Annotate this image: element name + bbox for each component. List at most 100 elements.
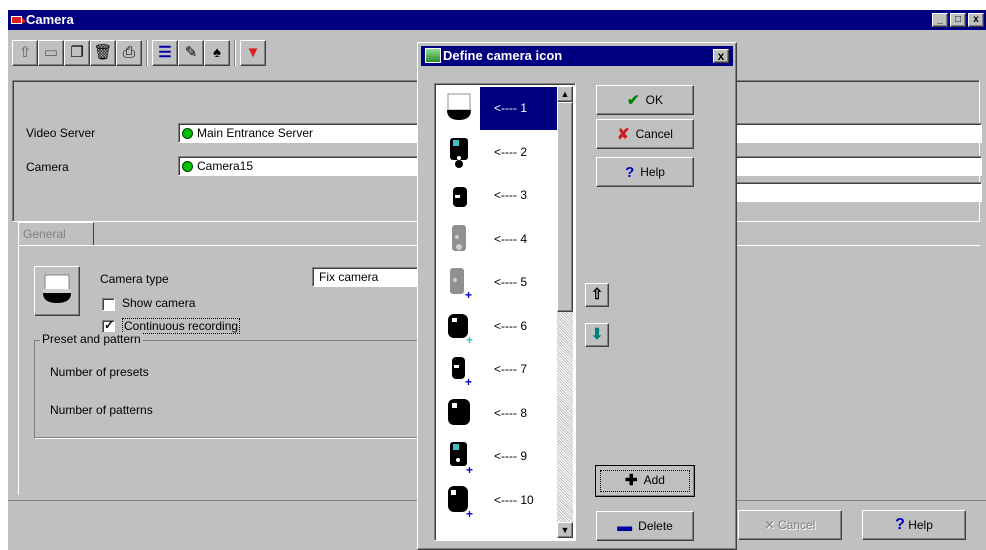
scroll-down-button[interactable]: ▼ bbox=[557, 522, 573, 538]
copy-icon[interactable]: ❐ bbox=[64, 40, 90, 66]
help-button[interactable]: ? Help bbox=[596, 157, 694, 187]
dialog-close-button[interactable]: x bbox=[713, 49, 729, 63]
move-up-button[interactable]: ⇧ bbox=[585, 283, 609, 307]
online-status-icon bbox=[182, 161, 193, 172]
main-help-label: Help bbox=[908, 518, 933, 532]
maximize-button[interactable]: □ bbox=[950, 13, 966, 27]
cancel-x-icon: ✕ bbox=[764, 518, 775, 532]
main-toolbar: ⇧ ▭ ❐ 🗑 ⎙ ☰ ✎ ♠ ▼ bbox=[10, 32, 420, 72]
dome-camera-icon bbox=[447, 93, 471, 120]
delete-button[interactable]: ▬ Delete bbox=[596, 511, 694, 541]
list-item-3[interactable]: <---- 3 bbox=[438, 174, 557, 217]
main-title-bar[interactable]: Camera _ □ x bbox=[8, 10, 986, 30]
show-camera-label: Show camera bbox=[122, 296, 196, 310]
dialog-title-bar[interactable]: Define camera icon x bbox=[421, 46, 733, 66]
help-question-icon: ? bbox=[625, 164, 635, 181]
list-item-9[interactable]: + <---- 9 bbox=[438, 435, 557, 478]
tool-icon[interactable]: ▼ bbox=[240, 40, 266, 66]
list-scrollbar[interactable]: ▲ ▼ bbox=[557, 86, 573, 538]
dialog-app-icon bbox=[425, 48, 441, 63]
small-camera-icon bbox=[453, 187, 467, 207]
video-server-value: Main Entrance Server bbox=[197, 126, 314, 140]
patterns-label: Number of patterns bbox=[50, 403, 153, 417]
list-item-7[interactable]: + <---- 7 bbox=[438, 348, 557, 391]
camera-icon-button[interactable] bbox=[34, 266, 80, 316]
camera-label: Camera bbox=[26, 160, 69, 174]
dialog-title: Define camera icon bbox=[443, 48, 563, 63]
cancel-label: Cancel bbox=[635, 127, 673, 141]
cancel-button[interactable]: ✘ Cancel bbox=[596, 119, 694, 149]
camera-value: Camera15 bbox=[197, 159, 254, 173]
svg-text:+: + bbox=[466, 507, 473, 518]
dome-camera-icon bbox=[43, 274, 71, 303]
minimize-button[interactable]: _ bbox=[932, 13, 948, 27]
close-button[interactable]: x bbox=[968, 13, 984, 27]
camera-icon-list[interactable]: <---- 1 <---- 2 <---- 3 <---- 4 + <---- 5 + <--… bbox=[434, 83, 576, 541]
minus-icon: ▬ bbox=[617, 518, 633, 535]
list-item-1[interactable]: <---- 1 bbox=[438, 87, 557, 130]
box-camera-plus-icon: + bbox=[450, 442, 473, 474]
tab-general[interactable]: General bbox=[18, 222, 94, 246]
list-item-label: <---- 6 bbox=[494, 318, 527, 333]
cancel-x-icon: ✘ bbox=[617, 126, 630, 143]
check-mark-icon: ✓ bbox=[104, 318, 115, 332]
print-icon[interactable]: ⎙ bbox=[116, 40, 142, 66]
grey-camera-plus-icon: + bbox=[450, 268, 472, 300]
list-item-label: <---- 8 bbox=[494, 405, 527, 420]
scroll-up-button[interactable]: ▲ bbox=[557, 86, 573, 102]
list-item-2[interactable]: <---- 2 bbox=[438, 131, 557, 174]
arrow-down-icon: ⬇ bbox=[590, 326, 604, 343]
pen-icon[interactable]: ✎ bbox=[178, 40, 204, 66]
move-down-button[interactable]: ⬇ bbox=[585, 323, 609, 347]
delete-icon[interactable]: 🗑 bbox=[90, 40, 116, 66]
large-camera-plus-icon: + bbox=[448, 485, 473, 518]
list-item-10[interactable]: + <---- 10 bbox=[438, 479, 557, 522]
ok-label: OK bbox=[645, 93, 663, 107]
camera-app-icon bbox=[11, 16, 26, 24]
help-label: Help bbox=[640, 165, 665, 179]
svg-text:+: + bbox=[466, 463, 473, 474]
list-item-4[interactable]: <---- 4 bbox=[438, 218, 557, 261]
focus-rectangle bbox=[600, 470, 690, 492]
save-icon[interactable]: ▭ bbox=[38, 40, 64, 66]
box-camera-icon bbox=[450, 137, 468, 168]
preset-pattern-group-title: Preset and pattern bbox=[40, 332, 143, 346]
main-window-title: Camera bbox=[26, 12, 74, 27]
camera-extra-field[interactable] bbox=[728, 182, 982, 202]
online-status-icon bbox=[182, 128, 193, 139]
scroll-thumb[interactable] bbox=[557, 102, 573, 312]
list-item-label: <---- 3 bbox=[494, 188, 527, 202]
arrow-up-icon: ⇧ bbox=[590, 286, 604, 303]
list-item-label: <---- 10 bbox=[494, 492, 534, 507]
small-camera-plus-icon: + bbox=[452, 357, 472, 387]
up-arrow-icon[interactable]: ⇧ bbox=[12, 40, 38, 66]
list-item-8[interactable]: <---- 8 bbox=[438, 392, 557, 435]
camera-type-label: Camera type bbox=[100, 272, 169, 286]
svg-text:+: + bbox=[465, 288, 472, 300]
list-item-label: <---- 1 bbox=[480, 87, 557, 130]
list-item-label: <---- 9 bbox=[494, 449, 527, 463]
list-item-label: <---- 7 bbox=[494, 362, 527, 376]
check-mark-icon: ✔ bbox=[627, 92, 640, 109]
camera-type-select[interactable]: Fix camera bbox=[312, 267, 424, 287]
camera-plus-icon: + bbox=[448, 313, 473, 344]
large-camera-icon bbox=[448, 398, 470, 425]
list-item-label: <---- 2 bbox=[494, 144, 527, 159]
grey-camera-icon bbox=[452, 224, 466, 251]
show-camera-checkbox[interactable] bbox=[102, 298, 115, 311]
video-server-label: Video Server bbox=[26, 126, 96, 140]
presets-label: Number of presets bbox=[50, 365, 149, 379]
list-item-5[interactable]: + <---- 5 bbox=[438, 261, 557, 304]
list-icon[interactable]: ☰ bbox=[152, 40, 178, 66]
list-item-label: <---- 4 bbox=[494, 231, 527, 246]
list-item-label: <---- 5 bbox=[494, 275, 527, 289]
binoculars-icon[interactable]: ♠ bbox=[204, 40, 230, 66]
main-cancel-label: Cancel bbox=[778, 518, 816, 532]
toolbar-separator bbox=[146, 40, 148, 66]
main-cancel-button[interactable]: ✕ Cancel bbox=[738, 510, 842, 540]
ok-button[interactable]: ✔ OK bbox=[596, 85, 694, 115]
list-item-6[interactable]: + <---- 6 bbox=[438, 305, 557, 348]
svg-text:+: + bbox=[465, 375, 472, 387]
main-help-button[interactable]: ? Help bbox=[862, 510, 966, 540]
add-button[interactable]: ✚ Add bbox=[595, 465, 695, 497]
